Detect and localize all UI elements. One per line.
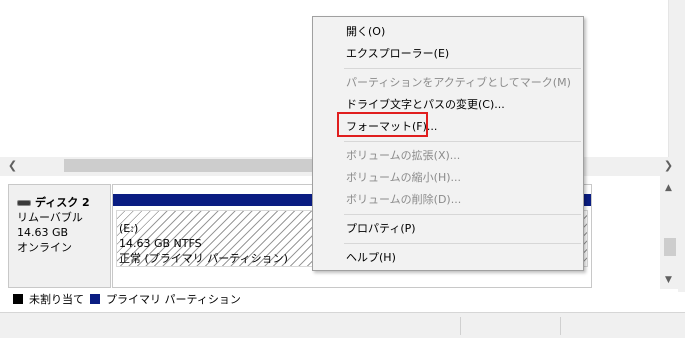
disk-name: ディスク 2: [35, 196, 90, 209]
partition-filesystem: 14.63 GB NTFS: [119, 237, 202, 250]
primary-partition-swatch: [90, 294, 100, 304]
disk-size: 14.63 GB: [17, 226, 69, 239]
menu-item-properties[interactable]: プロパティ(P): [313, 218, 583, 240]
legend-primary: プライマリ パーティション: [106, 293, 241, 306]
partition-details: (E:) 14.63 GB NTFS 正常 (プライマリ パーティション): [119, 221, 288, 266]
status-bar: [0, 312, 685, 338]
menu-item-help[interactable]: ヘルプ(H): [313, 247, 583, 269]
disk-pane-vertical-scrollbar[interactable]: ▲ ▼: [660, 176, 685, 292]
status-divider: [560, 317, 561, 335]
partition-health: 正常 (プライマリ パーティション): [119, 252, 288, 265]
status-divider: [460, 317, 461, 335]
scroll-up-icon[interactable]: ▲: [660, 180, 677, 197]
menu-separator: [344, 141, 581, 142]
disk-type: リムーバブル: [17, 211, 83, 224]
unallocated-swatch: [13, 294, 23, 304]
volume-list-vertical-scrollbar[interactable]: [668, 0, 685, 174]
menu-item-shrink-volume[interactable]: ボリュームの縮小(H)...: [313, 167, 583, 189]
scroll-right-icon[interactable]: ❯: [660, 157, 677, 174]
menu-separator: [344, 68, 581, 69]
disk-info-panel[interactable]: ディスク 2 リムーバブル 14.63 GB オンライン: [8, 184, 111, 288]
menu-item-delete-volume[interactable]: ボリュームの削除(D)...: [313, 189, 583, 211]
menu-separator: [344, 243, 581, 244]
partition-letter: (E:): [119, 222, 139, 235]
menu-item-extend-volume[interactable]: ボリュームの拡張(X)...: [313, 145, 583, 167]
horizontal-scroll-thumb[interactable]: [64, 159, 324, 172]
legend: 未割り当て プライマリ パーティション: [8, 289, 678, 309]
scroll-left-icon[interactable]: ❮: [4, 157, 21, 174]
legend-unallocated: 未割り当て: [29, 293, 84, 306]
menu-separator: [344, 214, 581, 215]
format-highlight-box: [337, 112, 428, 137]
removable-drive-icon: [17, 199, 31, 206]
menu-item-explorer[interactable]: エクスプローラー(E): [313, 43, 583, 65]
scroll-down-icon[interactable]: ▼: [660, 272, 677, 289]
menu-item-open[interactable]: 開く(O): [313, 21, 583, 43]
menu-item-mark-active[interactable]: パーティションをアクティブとしてマーク(M): [313, 72, 583, 94]
disk-name-row: ディスク 2: [17, 195, 110, 210]
context-menu: 開く(O) エクスプローラー(E) パーティションをアクティブとしてマーク(M)…: [312, 16, 584, 271]
disk-status: オンライン: [17, 241, 72, 254]
vertical-scroll-thumb[interactable]: [664, 238, 676, 256]
